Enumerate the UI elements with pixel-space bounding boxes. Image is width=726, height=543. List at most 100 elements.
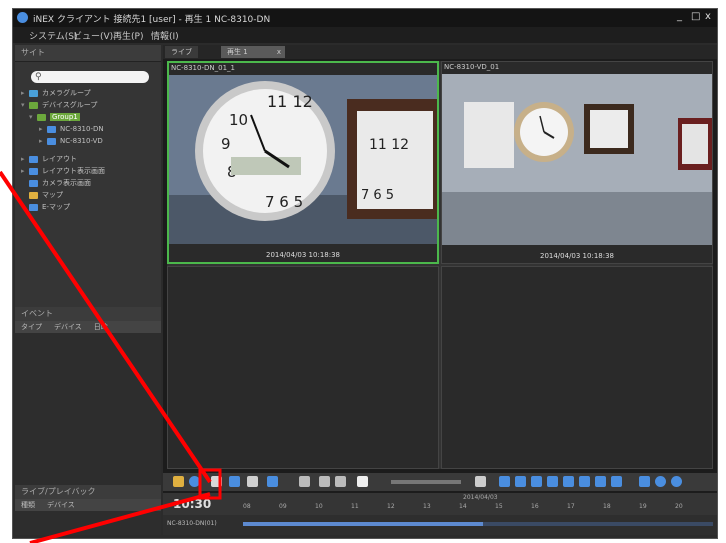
menu-playback[interactable]: 再生(P) (113, 29, 143, 42)
camera-view-4[interactable] (441, 266, 713, 469)
camera-name: NC-8310-DN_01_1 (171, 64, 235, 72)
event-col-datetime[interactable]: 日時 (88, 321, 114, 333)
collapse-arrow-icon[interactable]: ▾ (21, 99, 29, 111)
event-col-type[interactable]: タイプ (15, 321, 48, 333)
play-icon[interactable] (357, 476, 368, 487)
tab-live[interactable]: ライブ (165, 46, 198, 58)
client-window: iNEX クライアント 接続先1 [user] - 再生 1 NC-8310-D… (12, 8, 718, 539)
svg-text:11 12: 11 12 (267, 92, 313, 111)
timeline-tick: 13 (423, 503, 431, 510)
recorded-segment[interactable] (243, 522, 483, 526)
tree-item-camera-dn[interactable]: ▸ NC-8310-DN (39, 123, 104, 135)
layout-6x6-icon[interactable] (579, 476, 590, 487)
step-forward-icon[interactable] (335, 476, 346, 487)
edit-icon[interactable] (229, 476, 240, 487)
timeline-tick: 11 (351, 503, 359, 510)
timeline-track[interactable]: NC-8310-DN(01) (163, 519, 717, 529)
tree-item-emap[interactable]: E-マップ (21, 201, 70, 213)
svg-text:9: 9 (221, 135, 231, 153)
tab-bar: ライブ 再生 1 x (163, 45, 717, 59)
tree-item-camera-view[interactable]: カメラ表示画面 (21, 177, 91, 189)
timeline-scale[interactable]: 10:30 2014/04/03 08 09 10 11 12 13 14 15… (163, 493, 717, 515)
camera-icon (47, 137, 56, 145)
layout-5x5-icon[interactable] (563, 476, 574, 487)
timeline-tick: 18 (603, 503, 611, 510)
event-panel-title: イベント (15, 307, 161, 321)
layout-wide-icon[interactable] (611, 476, 622, 487)
emap-icon (29, 203, 38, 211)
rewind-icon[interactable] (319, 476, 330, 487)
timeline-tick: 17 (567, 503, 575, 510)
live-col-type[interactable]: 種類 (15, 499, 41, 511)
search-playback-icon[interactable] (189, 476, 200, 487)
event-col-device[interactable]: デバイス (48, 321, 88, 333)
folder-icon (37, 113, 46, 121)
collapse-arrow-icon[interactable]: ▾ (29, 111, 37, 123)
export-icon[interactable] (211, 476, 222, 487)
tree-item-group1[interactable]: ▾ Group1 (29, 111, 80, 123)
timeline-tick: 08 (243, 503, 251, 510)
search-input[interactable]: ⚲ (31, 71, 149, 83)
volume-icon[interactable] (475, 476, 486, 487)
svg-text:7 6 5: 7 6 5 (265, 193, 303, 211)
layout-3x3-icon[interactable] (531, 476, 542, 487)
group-icon (29, 89, 38, 97)
timeline-tick: 12 (387, 503, 395, 510)
tree-item-map[interactable]: マップ (21, 189, 63, 201)
menu-info[interactable]: 情報(I) (151, 29, 179, 42)
expand-arrow-icon[interactable]: ▸ (21, 87, 29, 99)
camera-view-icon (29, 179, 38, 187)
svg-text:11 12: 11 12 (369, 137, 409, 153)
live-col-device[interactable]: デバイス (41, 499, 81, 511)
video-grid: NC-8310-DN_01_1 11 12 10 9 8 7 6 5 (167, 61, 713, 469)
camera-icon (47, 125, 56, 133)
layout-4x4-icon[interactable] (547, 476, 558, 487)
menu-bar: システム(S) ビュー(V) 再生(P) 情報(I) (13, 27, 717, 43)
video-frame: 11 12 10 9 8 7 6 5 11 12 7 6 5 (169, 75, 437, 244)
print-icon[interactable] (247, 476, 258, 487)
tree-item-camera-vd[interactable]: ▸ NC-8310-VD (39, 135, 103, 147)
window-title: iNEX クライアント 接続先1 [user] - 再生 1 NC-8310-D… (33, 15, 271, 25)
prev-page-icon[interactable] (655, 476, 666, 487)
timeline-tick: 19 (639, 503, 647, 510)
app-icon (17, 12, 28, 23)
layout-1x1-icon[interactable] (499, 476, 510, 487)
tree-item-layout[interactable]: ▸ レイアウト (21, 153, 77, 165)
next-page-icon[interactable] (671, 476, 682, 487)
site-panel-header: サイト (15, 45, 161, 62)
save-icon[interactable] (267, 476, 278, 487)
track-label: NC-8310-DN(01) (167, 520, 217, 527)
timeline-tick: 09 (279, 503, 287, 510)
tree-item-device-group[interactable]: ▾ デバイスグループ (21, 99, 97, 111)
timeline-clock: 10:30 (173, 497, 212, 511)
speed-slider[interactable] (391, 480, 461, 484)
tree-item-layout-view[interactable]: ▸ レイアウト表示画面 (21, 165, 105, 177)
timeline-tick: 10 (315, 503, 323, 510)
timeline-tick: 20 (675, 503, 683, 510)
camera-view-3[interactable] (167, 266, 439, 469)
event-columns: タイプ デバイス 日時 (15, 321, 161, 333)
camera-name: NC-8310-VD_01 (444, 63, 500, 71)
layout-view-icon (29, 167, 38, 175)
event-panel: イベント タイプ デバイス 日時 (15, 307, 161, 487)
minimize-button[interactable]: _ (677, 11, 682, 22)
camera-view-1[interactable]: NC-8310-DN_01_1 11 12 10 9 8 7 6 5 (167, 61, 439, 264)
layout-custom-icon[interactable] (595, 476, 606, 487)
frame-back-icon[interactable] (299, 476, 310, 487)
close-button[interactable]: x (705, 11, 711, 22)
tab-close-icon[interactable]: x (277, 46, 281, 58)
layout-2x2-icon[interactable] (515, 476, 526, 487)
menu-system[interactable]: システム(S) (29, 29, 77, 42)
timeline-date: 2014/04/03 (463, 494, 498, 501)
camera-view-2[interactable]: NC-8310-VD_01 2014/04/03 10:18:38 (441, 61, 713, 264)
timeline[interactable]: 10:30 2014/04/03 08 09 10 11 12 13 14 15… (163, 493, 717, 535)
timeline-tick: 14 (459, 503, 467, 510)
tree-item-camera-group[interactable]: ▸ カメラグループ (21, 87, 91, 99)
fullscreen-icon[interactable] (639, 476, 650, 487)
tab-playback-1[interactable]: 再生 1 x (221, 46, 285, 58)
video-frame (442, 74, 712, 245)
svg-text:10: 10 (229, 111, 248, 129)
maximize-button[interactable]: □ (691, 11, 700, 22)
snapshot-icon[interactable] (173, 476, 184, 487)
menu-view[interactable]: ビュー(V) (73, 29, 113, 42)
